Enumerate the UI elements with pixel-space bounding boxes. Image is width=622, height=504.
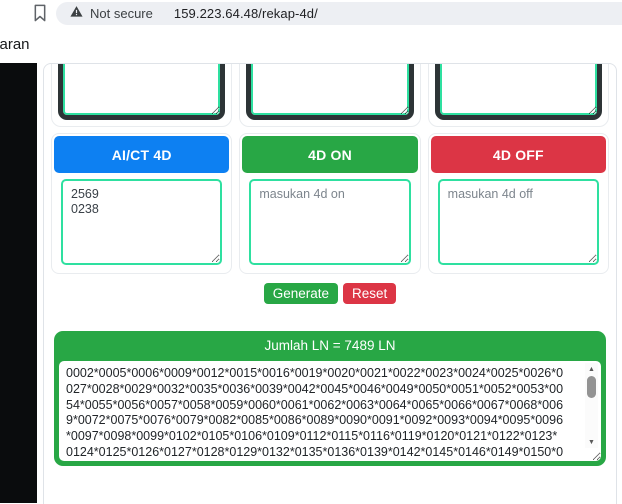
4d-off-input[interactable] xyxy=(438,179,599,265)
clipped-suggestion-text: saran xyxy=(0,36,30,53)
address-bar[interactable]: Not secure 159.223.64.48/rekap-4d/ xyxy=(56,2,622,25)
result-card: Jumlah LN = 7489 LN 0002*0005*0006*0009*… xyxy=(54,331,606,466)
not-secure-label: Not secure xyxy=(90,6,153,21)
4d-on-header[interactable]: 4D ON xyxy=(242,136,417,173)
result-numbers-textarea[interactable]: 0002*0005*0006*0009*0012*0015*0016*0019*… xyxy=(59,361,601,461)
4d-controls-row: AI/CT 4D 2569 0238 4D ON 4D OFF xyxy=(51,127,609,274)
result-scrollbar[interactable]: ▲ ▼ xyxy=(585,363,598,448)
scroll-up-icon[interactable]: ▲ xyxy=(588,365,595,374)
result-title: Jumlah LN = 7489 LN xyxy=(59,331,601,361)
scroll-down-icon[interactable]: ▼ xyxy=(588,438,595,447)
4d-on-card: 4D ON xyxy=(239,133,420,274)
action-buttons-row: Generate Reset xyxy=(51,283,609,304)
bookmark-icon[interactable] xyxy=(33,4,47,22)
scrollbar-thumb[interactable] xyxy=(587,376,596,398)
top-textarea-3[interactable] xyxy=(435,63,602,120)
generate-button[interactable]: Generate xyxy=(264,283,338,304)
not-secure-warning-icon[interactable] xyxy=(70,5,83,23)
top-card-1 xyxy=(51,63,232,127)
top-card-3 xyxy=(428,63,609,127)
browser-toolbar: Not secure 159.223.64.48/rekap-4d/ xyxy=(0,0,622,28)
left-black-sidebar xyxy=(0,63,37,503)
4d-on-input[interactable] xyxy=(249,179,410,265)
top-textarea-row xyxy=(51,63,609,127)
4d-off-header[interactable]: 4D OFF xyxy=(431,136,606,173)
top-textarea-2[interactable] xyxy=(246,63,413,120)
aict-4d-input[interactable]: 2569 0238 xyxy=(61,179,222,265)
aict-4d-header[interactable]: AI/CT 4D xyxy=(54,136,229,173)
top-textarea-1[interactable] xyxy=(58,63,225,120)
url-text[interactable]: 159.223.64.48/rekap-4d/ xyxy=(174,6,318,21)
aict-4d-card: AI/CT 4D 2569 0238 xyxy=(51,133,232,274)
4d-off-card: 4D OFF xyxy=(428,133,609,274)
reset-button[interactable]: Reset xyxy=(343,283,396,304)
top-card-2 xyxy=(239,63,420,127)
main-panel: AI/CT 4D 2569 0238 4D ON 4D OFF Generate xyxy=(43,63,617,504)
